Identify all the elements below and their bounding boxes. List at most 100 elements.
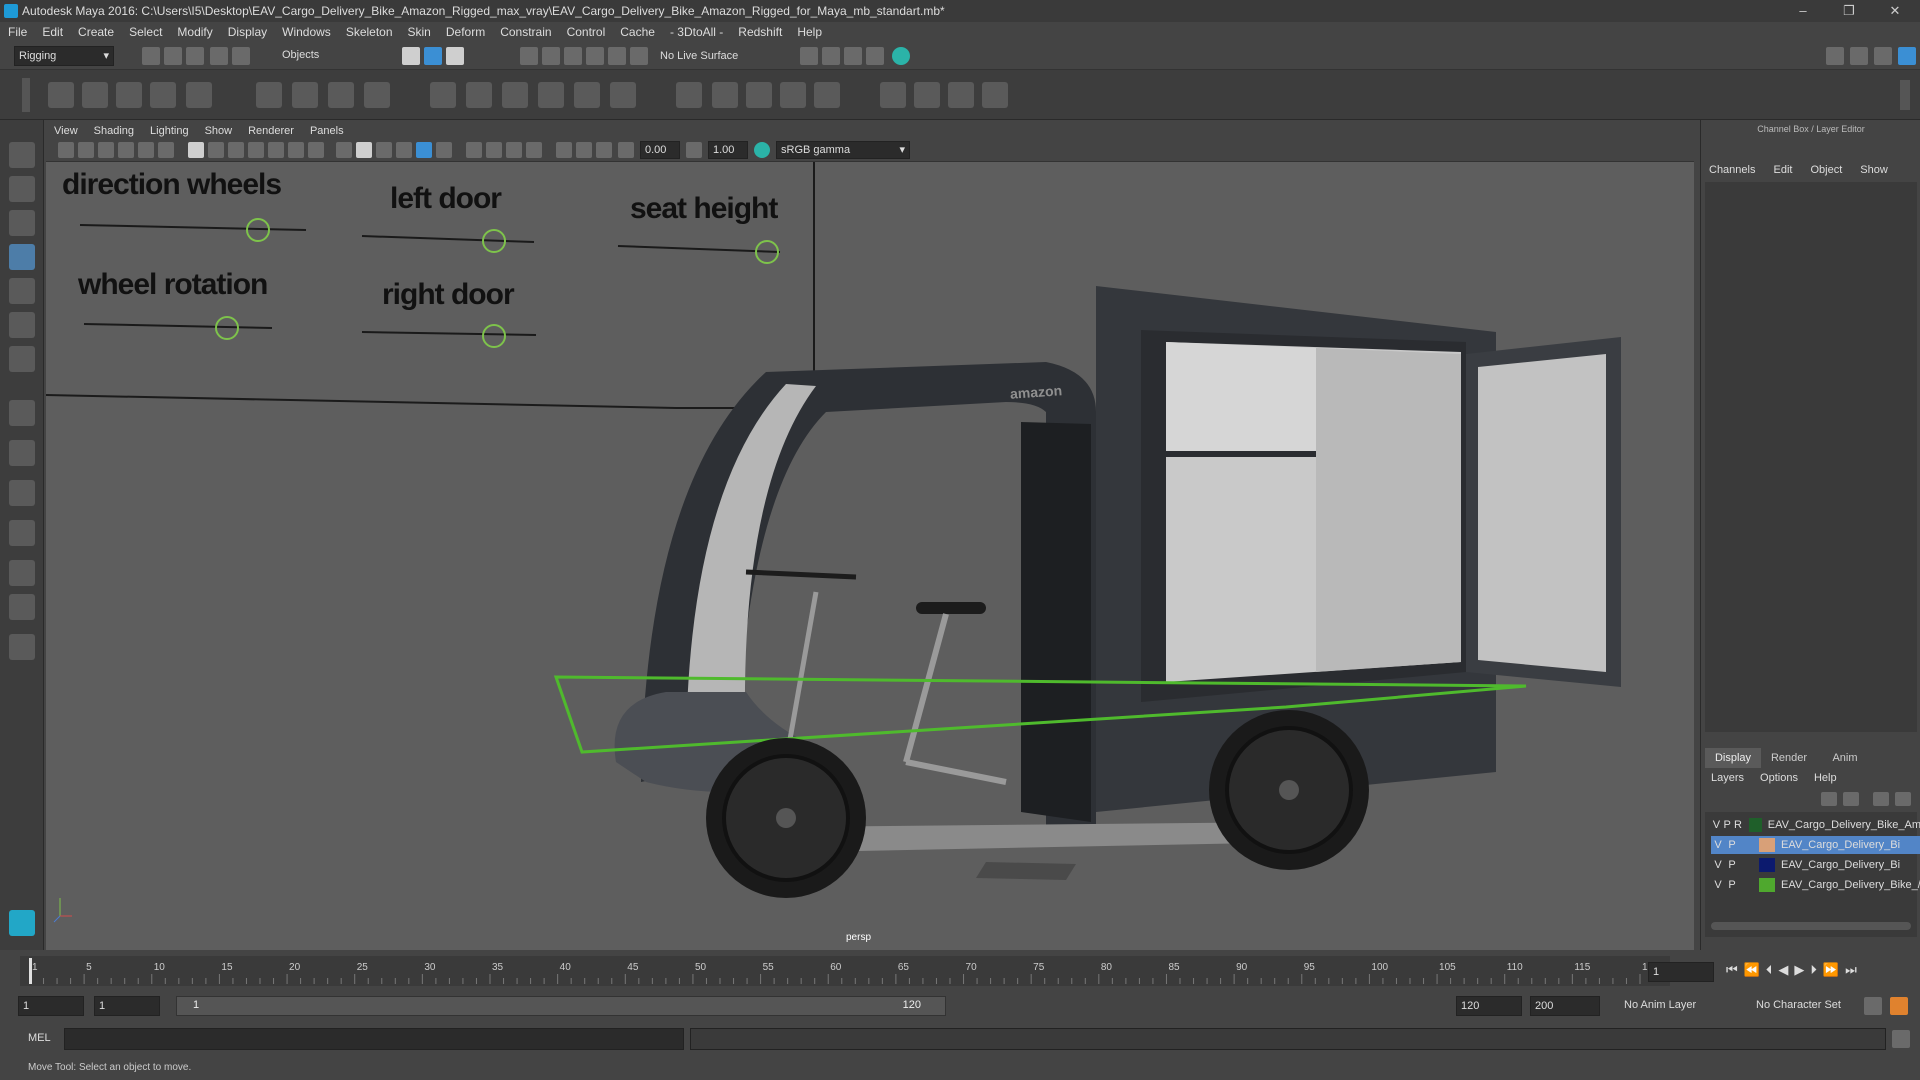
move-tool-icon[interactable] [9, 244, 35, 270]
new-layer-icon[interactable] [1895, 792, 1911, 806]
menu-help[interactable]: Help [797, 25, 822, 39]
layer-menu-options[interactable]: Options [1760, 772, 1798, 784]
select-mode-dropdown[interactable]: Objects [278, 46, 378, 66]
exposure-icon[interactable] [618, 142, 634, 158]
film-gate-icon[interactable] [208, 142, 224, 158]
safe-action-icon[interactable] [288, 142, 304, 158]
prune-weights-icon[interactable] [610, 82, 636, 108]
tab-display[interactable]: Display [1705, 748, 1761, 768]
view-transform-dropdown[interactable]: sRGB gamma ▾ [776, 141, 910, 159]
select-hierarchy-icon[interactable] [402, 47, 420, 65]
menu-redshift[interactable]: Redshift [738, 25, 782, 39]
channel-menu-edit[interactable]: Edit [1773, 164, 1792, 176]
exposure-field[interactable]: 0.00 [640, 141, 680, 159]
ik-handle-icon[interactable] [116, 82, 142, 108]
vertex-constraint-icon[interactable] [982, 82, 1008, 108]
menu-deform[interactable]: Deform [446, 25, 485, 39]
tab-anim[interactable]: Anim [1817, 748, 1873, 768]
menu-skeleton[interactable]: Skeleton [346, 25, 393, 39]
maximize-button[interactable]: ❐ [1826, 0, 1872, 22]
menu-cache[interactable]: Cache [620, 25, 655, 39]
menu-modify[interactable]: Modify [177, 25, 212, 39]
paint-select-icon[interactable] [9, 210, 35, 236]
move-layer-down-icon[interactable] [1843, 792, 1859, 806]
panel-menu-show[interactable]: Show [205, 125, 233, 137]
persp-graph-layout-icon[interactable] [9, 520, 35, 546]
blend-shape-icon[interactable] [914, 82, 940, 108]
orient-constraint-icon[interactable] [746, 82, 772, 108]
four-view-layout-icon[interactable] [9, 440, 35, 466]
aim-constraint-icon[interactable] [712, 82, 738, 108]
isolate-select-icon[interactable] [556, 142, 572, 158]
layer-menu-help[interactable]: Help [1814, 772, 1837, 784]
rotate-tool-icon[interactable] [9, 278, 35, 304]
render-settings-icon[interactable] [800, 47, 818, 65]
step-forward-frame-icon[interactable]: ⏵ [1810, 962, 1817, 978]
snap-grid-icon[interactable] [520, 47, 538, 65]
anim-layer-dropdown[interactable]: No Anim Layer [1620, 996, 1736, 1016]
render-frame-icon[interactable] [822, 47, 840, 65]
bookmark-icon[interactable] [98, 142, 114, 158]
layer-color-swatch[interactable] [1759, 878, 1775, 892]
redo-icon[interactable] [232, 47, 250, 65]
current-frame-field[interactable]: 1 [1648, 962, 1714, 982]
layout-options-icon[interactable] [9, 634, 35, 660]
single-perspective-layout-icon[interactable] [9, 400, 35, 426]
menuset-dropdown[interactable]: Rigging ▾ [14, 46, 114, 66]
close-button[interactable]: ✕ [1872, 0, 1918, 22]
menu-create[interactable]: Create [78, 25, 114, 39]
select-object-icon[interactable] [424, 47, 442, 65]
select-tool-icon[interactable] [9, 142, 35, 168]
layer-visible-toggle[interactable]: V [1711, 819, 1722, 831]
parent-constraint-icon[interactable] [814, 82, 840, 108]
menu-display[interactable]: Display [228, 25, 267, 39]
time-ruler[interactable]: 1 5 10 15 20 25 30 35 40 45 50 55 60 65 70 75 80 85 90 95 10… [20, 952, 1670, 990]
field-chart-icon[interactable] [268, 142, 284, 158]
layer-playback-toggle[interactable]: P [1722, 819, 1733, 831]
layer-horizontal-scrollbar[interactable] [1711, 922, 1911, 930]
current-time-marker[interactable] [29, 958, 32, 984]
ambient-occlusion-icon[interactable] [506, 142, 522, 158]
channel-list[interactable] [1705, 182, 1917, 732]
menu-windows[interactable]: Windows [282, 25, 331, 39]
go-to-start-icon[interactable]: ⏮ [1726, 962, 1738, 978]
2d-pan-zoom-icon[interactable] [138, 142, 154, 158]
shelf-options-icon[interactable] [22, 78, 30, 112]
perspective-viewport[interactable]: direction wheels left door seat height w… [46, 162, 1694, 950]
move-layer-up-icon[interactable] [1821, 792, 1837, 806]
hypershade-layout-icon[interactable] [9, 560, 35, 586]
select-component-icon[interactable] [446, 47, 464, 65]
playback-start-field[interactable]: 1 [94, 996, 160, 1016]
play-forward-icon[interactable]: ▶ [1794, 962, 1804, 978]
time-slider[interactable]: 1 5 10 15 20 25 30 35 40 45 50 55 60 65 70 75 80 85 90 95 10… [0, 952, 1920, 990]
attribute-editor-icon[interactable] [1850, 47, 1868, 65]
right-door-slider-handle[interactable] [482, 324, 506, 348]
camera-attributes-icon[interactable] [78, 142, 94, 158]
command-input[interactable] [64, 1028, 684, 1050]
layer-menu-layers[interactable]: Layers [1711, 772, 1744, 784]
channel-menu-object[interactable]: Object [1810, 164, 1842, 176]
xray-icon[interactable] [416, 142, 432, 158]
menu-select[interactable]: Select [129, 25, 162, 39]
snap-view-plane-icon[interactable] [586, 47, 604, 65]
persp-uv-layout-icon[interactable] [9, 594, 35, 620]
step-forward-key-icon[interactable]: ⏩ [1823, 962, 1839, 978]
resolution-gate-icon[interactable] [228, 142, 244, 158]
layer-visible-toggle[interactable]: V [1711, 839, 1725, 851]
textured-icon[interactable] [436, 142, 452, 158]
grid-icon[interactable] [188, 142, 204, 158]
channel-menu-show[interactable]: Show [1860, 164, 1888, 176]
live-surface-label[interactable]: No Live Surface [660, 50, 738, 62]
gamma-field[interactable]: 1.00 [708, 141, 748, 159]
snap-point-icon[interactable] [564, 47, 582, 65]
animation-preferences-icon[interactable] [1890, 997, 1908, 1015]
layer-color-swatch[interactable] [1759, 858, 1775, 872]
copy-weights-icon[interactable] [574, 82, 600, 108]
modeling-toolkit-icon[interactable] [1826, 47, 1844, 65]
image-plane-icon[interactable] [118, 142, 134, 158]
script-editor-icon[interactable] [1892, 1030, 1910, 1048]
menu-3dtoall[interactable]: - 3DtoAll - [670, 25, 723, 39]
go-to-end-icon[interactable]: ⏭ [1845, 962, 1857, 978]
save-scene-icon[interactable] [186, 47, 204, 65]
persp-outliner-layout-icon[interactable] [9, 480, 35, 506]
